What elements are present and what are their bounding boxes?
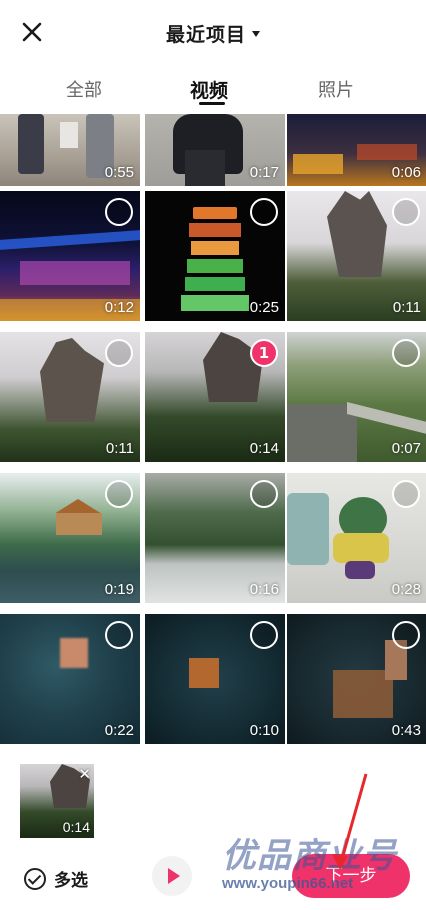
video-duration: 0:12 (104, 299, 134, 316)
video-thumbnail[interactable]: 0:10 (145, 614, 285, 744)
video-thumbnail[interactable]: 0:06 (287, 114, 426, 186)
select-circle[interactable] (392, 480, 420, 508)
select-circle[interactable] (392, 339, 420, 367)
select-circle[interactable] (392, 621, 420, 649)
select-circle[interactable] (250, 480, 278, 508)
video-duration: 0:17 (249, 164, 279, 181)
top-bar: 最近项目 (0, 0, 426, 64)
selected-clip-duration: 0:14 (62, 819, 90, 835)
tab-video[interactable]: 视频 (190, 76, 228, 103)
select-circle[interactable] (105, 198, 133, 226)
video-duration: 0:10 (249, 722, 279, 739)
multi-select-label: 多选 (54, 871, 88, 891)
tab-all[interactable]: 全部 (66, 76, 102, 102)
video-duration: 0:07 (391, 440, 421, 457)
select-circle[interactable] (105, 339, 133, 367)
page-title: 最近项目 (165, 24, 246, 46)
select-circle[interactable] (250, 198, 278, 226)
video-duration: 0:06 (391, 164, 421, 181)
video-thumbnail[interactable]: 0:11 (287, 191, 426, 321)
video-thumbnail[interactable]: 0:43 (287, 614, 426, 744)
play-preview-button[interactable] (152, 856, 192, 896)
video-thumbnail[interactable]: 0:19 (0, 473, 140, 603)
video-duration: 0:16 (249, 581, 279, 598)
remove-clip-icon[interactable]: ✕ (78, 765, 91, 783)
caret-down-icon (252, 31, 260, 37)
video-duration: 0:28 (391, 581, 421, 598)
video-duration: 0:22 (104, 722, 134, 739)
media-tabs: 全部 视频 照片 (0, 64, 426, 112)
next-step-label: 下一步 (325, 866, 377, 886)
select-circle[interactable] (105, 480, 133, 508)
media-grid: 0:55 0:17 0:06 0:12 0:25 0:11 0:11 1 0:1… (0, 114, 426, 748)
tab-photos[interactable]: 照片 (318, 76, 354, 102)
video-duration: 0:19 (104, 581, 134, 598)
video-thumbnail[interactable]: 0:22 (0, 614, 140, 744)
album-selector[interactable]: 最近项目 (0, 20, 426, 47)
video-duration: 0:43 (391, 722, 421, 739)
selected-clip-thumbnail[interactable]: ✕ 0:14 (20, 764, 94, 838)
multi-select-toggle[interactable]: 多选 (24, 866, 88, 892)
next-step-button[interactable]: 下一步 (292, 854, 410, 898)
selection-panel: ✕ 0:14 多选 下一步 优品商业号 www.youpin66.net (0, 748, 426, 910)
select-circle[interactable] (250, 621, 278, 649)
checkmark-circle-icon (24, 867, 46, 890)
selection-number-badge[interactable]: 1 (250, 339, 278, 367)
video-duration: 0:14 (249, 440, 279, 457)
select-circle[interactable] (392, 198, 420, 226)
video-thumbnail[interactable]: 0:28 (287, 473, 426, 603)
video-thumbnail[interactable]: 0:25 (145, 191, 285, 321)
video-duration: 0:55 (104, 164, 134, 181)
video-thumbnail[interactable]: 0:55 (0, 114, 140, 186)
active-tab-indicator (199, 102, 225, 105)
video-duration: 0:25 (249, 299, 279, 316)
select-circle[interactable] (105, 621, 133, 649)
video-thumbnail[interactable]: 0:12 (0, 191, 140, 321)
video-duration: 0:11 (392, 299, 421, 316)
video-duration: 0:11 (105, 440, 134, 457)
video-thumbnail[interactable]: 0:07 (287, 332, 426, 462)
video-thumbnail[interactable]: 1 0:14 (145, 332, 285, 462)
video-thumbnail[interactable]: 0:11 (0, 332, 140, 462)
video-thumbnail[interactable]: 0:16 (145, 473, 285, 603)
video-thumbnail[interactable]: 0:17 (145, 114, 285, 186)
